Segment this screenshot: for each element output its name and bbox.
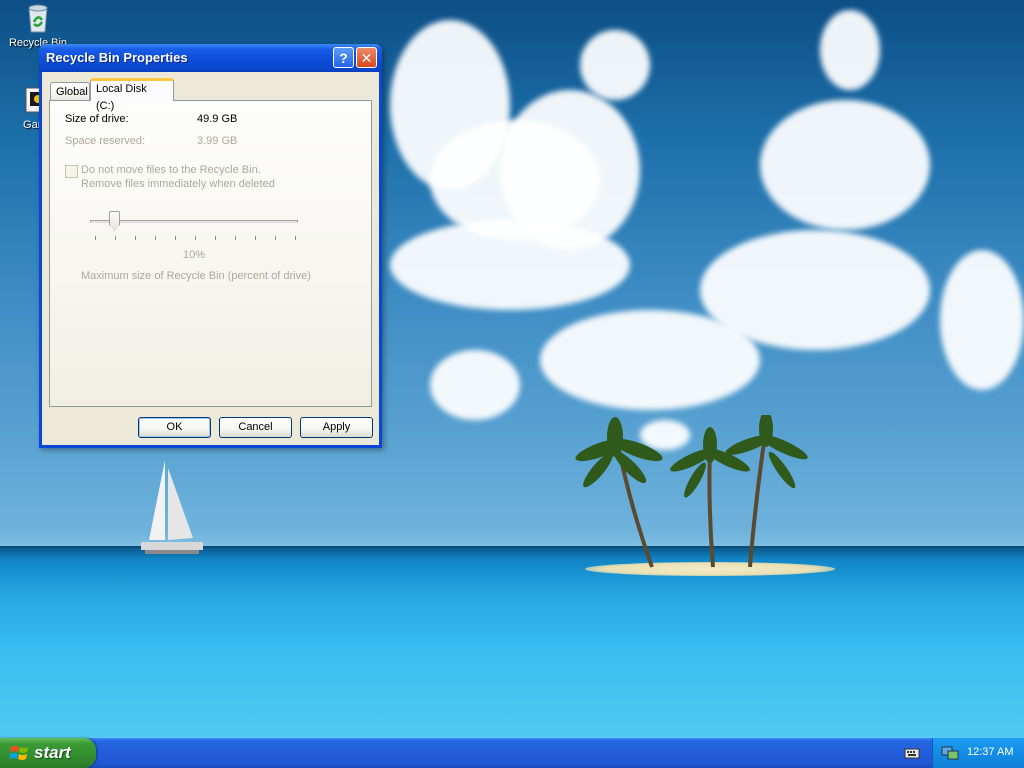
slider-tick	[275, 236, 276, 240]
cloud	[940, 250, 1024, 390]
cloud	[760, 100, 930, 230]
slider-tick	[255, 236, 256, 240]
start-label: start	[34, 743, 71, 762]
slider-tick	[115, 236, 116, 240]
system-tray: 12:37 AM	[932, 738, 1024, 768]
slider-tick	[295, 236, 296, 240]
windows-logo-icon	[10, 746, 28, 760]
do-not-move-files-checkbox[interactable]	[65, 165, 78, 178]
recycle-bin-icon	[22, 2, 54, 34]
start-button[interactable]: start	[0, 738, 96, 768]
close-button[interactable]: ✕	[356, 47, 377, 68]
taskbar: start 12:37 AM	[0, 738, 1024, 768]
size-of-drive-value: 49.9 GB	[197, 113, 238, 125]
cloud	[540, 310, 760, 410]
slider-tick	[175, 236, 176, 240]
slider-tick	[95, 236, 96, 240]
slider-tick	[155, 236, 156, 240]
clock[interactable]: 12:37 AM	[967, 746, 1013, 758]
max-size-slider-track[interactable]	[90, 220, 298, 223]
dialog-client-area: Global Local Disk (C:) Size of drive: 49…	[42, 72, 379, 445]
help-icon: ?	[339, 50, 348, 66]
tab-global[interactable]: Global	[50, 82, 90, 100]
checkbox-label-line2: Remove files immediately when deleted	[81, 178, 275, 190]
help-button[interactable]: ?	[333, 47, 354, 68]
max-size-slider-thumb[interactable]	[109, 211, 120, 231]
slider-value-label: 10%	[183, 249, 206, 261]
sea	[0, 548, 1024, 738]
ok-button[interactable]: OK	[138, 417, 211, 438]
tab-panel-local-disk: Size of drive: 49.9 GB Space reserved: 3…	[49, 100, 372, 407]
dialog-title: Recycle Bin Properties	[46, 50, 188, 65]
cancel-button[interactable]: Cancel	[219, 417, 292, 438]
desktop-icon-recycle-bin[interactable]: Recycle Bin	[3, 2, 73, 49]
checkbox-label-line1: Do not move files to the Recycle Bin.	[81, 164, 261, 176]
slider-tick	[215, 236, 216, 240]
palm-trees	[575, 415, 808, 568]
keyboard-icon[interactable]	[904, 746, 920, 760]
tab-local-disk-c[interactable]: Local Disk (C:)	[90, 78, 174, 112]
cloud	[580, 30, 650, 100]
cloud	[820, 10, 880, 90]
cloud	[390, 220, 630, 310]
close-icon: ✕	[360, 50, 373, 66]
title-bar[interactable]: Recycle Bin Properties ? ✕	[39, 44, 382, 72]
slider-caption: Maximum size of Recycle Bin (percent of …	[81, 270, 311, 282]
space-reserved-value: 3.99 GB	[197, 135, 238, 147]
space-reserved-label: Space reserved:	[65, 135, 146, 147]
slider-tick	[195, 236, 196, 240]
sailboat	[141, 460, 203, 554]
slider-tick	[235, 236, 236, 240]
slider-tick	[135, 236, 136, 240]
recycle-bin-properties-dialog: Recycle Bin Properties ? ✕ Global Local …	[39, 44, 382, 448]
network-icon[interactable]	[941, 745, 959, 761]
apply-button[interactable]: Apply	[300, 417, 373, 438]
cloud	[430, 350, 520, 420]
